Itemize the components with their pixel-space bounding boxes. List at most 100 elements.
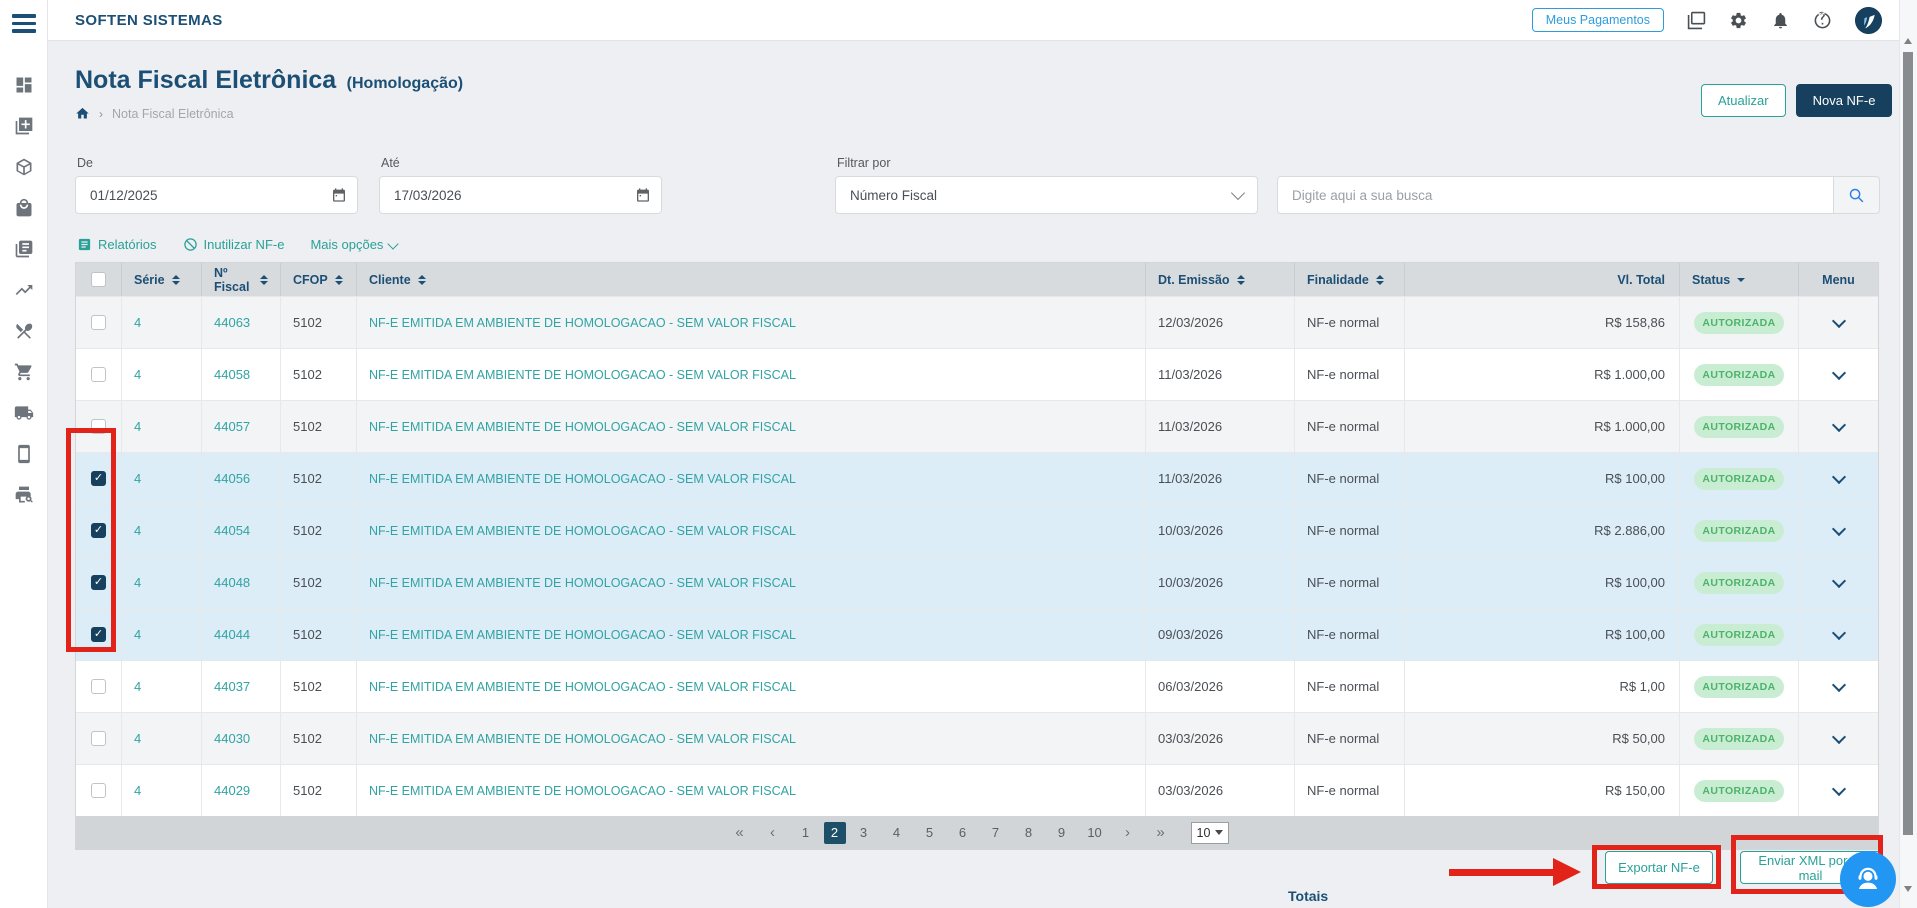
truck-icon[interactable] xyxy=(14,403,34,423)
cliente-link[interactable]: NF-E EMITIDA EM AMBIENTE DE HOMOLOGACAO … xyxy=(369,472,796,486)
header-finalidade[interactable]: Finalidade xyxy=(1295,263,1405,296)
row-menu-button[interactable] xyxy=(1811,372,1866,378)
header-cliente[interactable]: Cliente xyxy=(357,263,1146,296)
search-input[interactable] xyxy=(1277,176,1834,214)
nfiscal-link[interactable]: 44048 xyxy=(214,575,250,590)
row-checkbox[interactable] xyxy=(91,523,106,538)
row-menu-button[interactable] xyxy=(1811,580,1866,586)
row-checkbox[interactable] xyxy=(91,783,106,798)
row-checkbox[interactable] xyxy=(91,471,106,486)
support-chat-button[interactable] xyxy=(1840,851,1896,907)
package-icon[interactable] xyxy=(14,157,34,177)
page-first[interactable]: « xyxy=(725,821,755,844)
page-10[interactable]: 10 xyxy=(1080,822,1110,843)
nfiscal-link[interactable]: 44030 xyxy=(214,731,250,746)
header-total[interactable]: Vl. Total xyxy=(1405,263,1680,296)
page-prev[interactable]: ‹ xyxy=(758,821,788,844)
serie-link[interactable]: 4 xyxy=(134,471,141,486)
page-3[interactable]: 3 xyxy=(849,822,879,843)
nfiscal-link[interactable]: 44037 xyxy=(214,679,250,694)
cliente-link[interactable]: NF-E EMITIDA EM AMBIENTE DE HOMOLOGACAO … xyxy=(369,524,796,538)
documents-icon[interactable] xyxy=(14,239,34,259)
inutilizar-link[interactable]: Inutilizar NF-e xyxy=(183,237,285,252)
row-menu-button[interactable] xyxy=(1811,632,1866,638)
row-menu-button[interactable] xyxy=(1811,528,1866,534)
scroll-down-arrow[interactable] xyxy=(1904,886,1912,892)
header-status[interactable]: Status xyxy=(1680,263,1799,296)
settings-icon[interactable] xyxy=(1729,11,1748,30)
meus-pagamentos-button[interactable]: Meus Pagamentos xyxy=(1532,8,1664,32)
row-menu-button[interactable] xyxy=(1811,736,1866,742)
nova-nfe-button[interactable]: Nova NF-e xyxy=(1796,84,1893,117)
cliente-link[interactable]: NF-E EMITIDA EM AMBIENTE DE HOMOLOGACAO … xyxy=(369,732,796,746)
row-menu-button[interactable] xyxy=(1811,476,1866,482)
dashboard-icon[interactable] xyxy=(14,75,34,95)
page-6[interactable]: 6 xyxy=(948,822,978,843)
help-icon[interactable] xyxy=(1813,11,1832,30)
serie-link[interactable]: 4 xyxy=(134,679,141,694)
cliente-link[interactable]: NF-E EMITIDA EM AMBIENTE DE HOMOLOGACAO … xyxy=(369,576,796,590)
nfiscal-link[interactable]: 44054 xyxy=(214,523,250,538)
cliente-link[interactable]: NF-E EMITIDA EM AMBIENTE DE HOMOLOGACAO … xyxy=(369,628,796,642)
page-9[interactable]: 9 xyxy=(1047,822,1077,843)
page-next[interactable]: › xyxy=(1113,821,1143,844)
add-document-icon[interactable] xyxy=(14,116,34,136)
header-serie[interactable]: Série xyxy=(122,263,202,296)
select-all-checkbox[interactable] xyxy=(91,272,106,287)
scroll-up-arrow[interactable] xyxy=(1904,38,1912,44)
serie-link[interactable]: 4 xyxy=(134,731,141,746)
page-7[interactable]: 7 xyxy=(981,822,1011,843)
page-2[interactable]: 2 xyxy=(824,822,846,844)
page-5[interactable]: 5 xyxy=(915,822,945,843)
home-icon[interactable] xyxy=(75,106,90,121)
row-menu-button[interactable] xyxy=(1811,684,1866,690)
serie-link[interactable]: 4 xyxy=(134,367,141,382)
page-8[interactable]: 8 xyxy=(1014,822,1044,843)
cart-icon[interactable] xyxy=(14,362,34,382)
row-checkbox[interactable] xyxy=(91,315,106,330)
header-emissao[interactable]: Dt. Emissão xyxy=(1146,263,1295,296)
cliente-link[interactable]: NF-E EMITIDA EM AMBIENTE DE HOMOLOGACAO … xyxy=(369,316,796,330)
row-checkbox[interactable] xyxy=(91,367,106,382)
date-to-input[interactable] xyxy=(379,176,662,214)
serie-link[interactable]: 4 xyxy=(134,523,141,538)
user-avatar[interactable] xyxy=(1855,7,1882,34)
nfiscal-link[interactable]: 44044 xyxy=(214,627,250,642)
print-search-icon[interactable] xyxy=(14,485,34,505)
date-from-input[interactable] xyxy=(75,176,358,214)
header-cfop[interactable]: CFOP xyxy=(281,263,357,296)
page-size-select[interactable]: 10 xyxy=(1191,822,1230,844)
cliente-link[interactable]: NF-E EMITIDA EM AMBIENTE DE HOMOLOGACAO … xyxy=(369,420,796,434)
scrollbar-thumb[interactable] xyxy=(1903,52,1913,835)
header-nfiscal[interactable]: Nº Fiscal xyxy=(202,263,281,296)
filter-type-select[interactable]: Número Fiscal xyxy=(835,176,1258,214)
serie-link[interactable]: 4 xyxy=(134,783,141,798)
cliente-link[interactable]: NF-E EMITIDA EM AMBIENTE DE HOMOLOGACAO … xyxy=(369,784,796,798)
row-checkbox[interactable] xyxy=(91,731,106,746)
row-menu-button[interactable] xyxy=(1811,320,1866,326)
row-checkbox[interactable] xyxy=(91,679,106,694)
nfiscal-link[interactable]: 44029 xyxy=(214,783,250,798)
nfiscal-link[interactable]: 44063 xyxy=(214,315,250,330)
serie-link[interactable]: 4 xyxy=(134,419,141,434)
notifications-icon[interactable] xyxy=(1771,11,1790,30)
row-menu-button[interactable] xyxy=(1811,788,1866,794)
row-menu-button[interactable] xyxy=(1811,424,1866,430)
row-checkbox[interactable] xyxy=(91,575,106,590)
cliente-link[interactable]: NF-E EMITIDA EM AMBIENTE DE HOMOLOGACAO … xyxy=(369,368,796,382)
row-checkbox[interactable] xyxy=(91,419,106,434)
serie-link[interactable]: 4 xyxy=(134,315,141,330)
relatorios-link[interactable]: Relatórios xyxy=(77,237,157,252)
exportar-nfe-button[interactable]: Exportar NF-e xyxy=(1605,851,1713,884)
page-1[interactable]: 1 xyxy=(791,822,821,843)
row-checkbox[interactable] xyxy=(91,627,106,642)
utensils-icon[interactable] xyxy=(14,321,34,341)
serie-link[interactable]: 4 xyxy=(134,575,141,590)
chart-icon[interactable] xyxy=(14,280,34,300)
atualizar-button[interactable]: Atualizar xyxy=(1701,84,1786,117)
serie-link[interactable]: 4 xyxy=(134,627,141,642)
page-last[interactable]: » xyxy=(1146,821,1176,844)
cliente-link[interactable]: NF-E EMITIDA EM AMBIENTE DE HOMOLOGACAO … xyxy=(369,680,796,694)
bag-icon[interactable] xyxy=(14,198,34,218)
nfiscal-link[interactable]: 44058 xyxy=(214,367,250,382)
